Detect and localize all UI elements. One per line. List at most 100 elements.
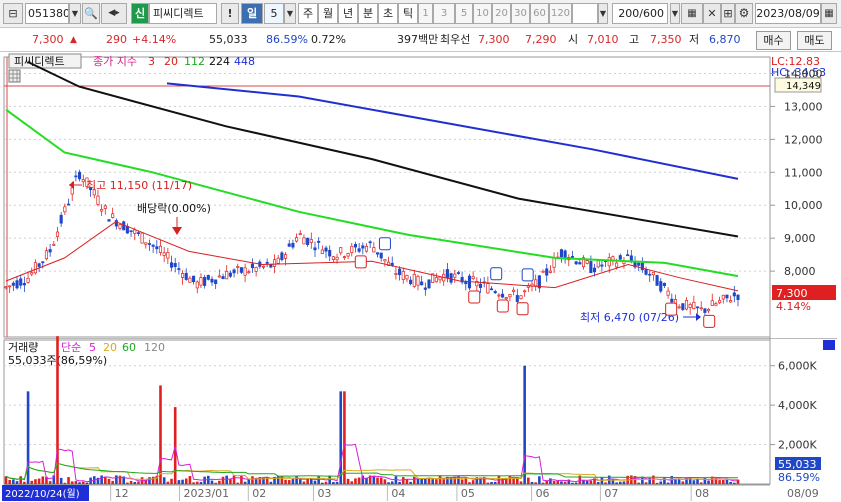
volume-bar	[637, 482, 640, 484]
price-tick-label: 8,000	[784, 265, 816, 278]
candle-body	[629, 255, 633, 261]
price-change: 290	[106, 33, 127, 46]
buy-signal-icon	[496, 299, 509, 313]
volume-bar	[736, 479, 740, 484]
buy-button[interactable]: 매수	[756, 31, 791, 50]
alert-icon[interactable]: !	[221, 3, 239, 24]
period-day-button[interactable]: 일	[241, 3, 263, 24]
minute-tab-30[interactable]: 30	[511, 3, 530, 24]
volume-bar	[420, 479, 423, 484]
period-second-button[interactable]: 초	[378, 3, 398, 24]
volume-bar	[291, 479, 295, 484]
gear-icon[interactable]: ⚙	[735, 3, 753, 24]
price-tick-label: 12,000	[784, 133, 823, 146]
candle-body	[66, 203, 71, 206]
scroll-up-icon[interactable]	[823, 340, 835, 350]
volume-bar	[177, 480, 181, 484]
crosshair-icon[interactable]: ✕	[703, 3, 721, 24]
candle-body	[607, 257, 611, 267]
candle-body	[221, 276, 225, 280]
code-dropdown-icon[interactable]: ▼	[69, 3, 81, 24]
price-tick-label: 14,000	[784, 67, 823, 80]
volume-bar	[346, 478, 350, 484]
candle-body	[364, 245, 369, 252]
stock-name[interactable]: 피씨디렉트	[149, 3, 217, 24]
date-input[interactable]: 2023/08/09	[755, 3, 821, 24]
bar-count-input[interactable]: 200/600	[612, 3, 668, 24]
candle-body	[662, 282, 666, 287]
candle-body	[309, 239, 313, 243]
minute-tab-60[interactable]: 60	[530, 3, 549, 24]
count-dropdown-icon[interactable]: ▼	[670, 3, 680, 24]
candle-body	[147, 243, 152, 245]
volume-bar	[214, 482, 217, 484]
candle-body	[732, 292, 736, 297]
candle-body	[412, 273, 416, 287]
volume-bar	[501, 478, 504, 484]
candle-body	[398, 268, 402, 276]
indicator-icon[interactable]: ⊞	[721, 3, 735, 24]
minute-tab-120[interactable]: 120	[549, 3, 572, 24]
candle-body	[133, 229, 137, 234]
sell-button[interactable]: 매도	[797, 31, 832, 50]
volume-bar	[490, 481, 493, 484]
minute-tab-5[interactable]: 5	[455, 3, 473, 24]
volume-bar	[284, 479, 287, 484]
custom-dropdown-icon[interactable]: ▼	[598, 3, 608, 24]
candle-body	[37, 263, 41, 267]
calendar-icon[interactable]: ▦	[821, 3, 837, 24]
period-month-button[interactable]: 월	[318, 3, 338, 24]
market-badge: 신	[131, 3, 149, 24]
candle-body	[203, 277, 207, 286]
candle-body	[346, 253, 350, 257]
period-week-button[interactable]: 주	[298, 3, 318, 24]
period-tick-button[interactable]: 틱	[398, 3, 418, 24]
candle-body	[342, 256, 346, 259]
period-dropdown-icon[interactable]: ▼	[284, 3, 296, 24]
candle-body	[688, 304, 692, 308]
minute-tab-10[interactable]: 10	[473, 3, 492, 24]
minute-tab-3[interactable]: 3	[433, 3, 455, 24]
volume-bar	[596, 481, 600, 484]
volume-bar	[383, 479, 387, 484]
volume-bar	[681, 481, 685, 484]
best-ask: 7,300	[478, 33, 510, 46]
candle-body	[666, 290, 670, 296]
time-tick-label: 12	[115, 487, 129, 500]
candle-body	[276, 257, 280, 264]
period-minute-button[interactable]: 분	[358, 3, 378, 24]
candle-body	[489, 288, 494, 291]
period-year-button[interactable]: 년	[338, 3, 358, 24]
candle-body	[353, 243, 357, 248]
volume-bar	[413, 476, 416, 484]
candle-body	[541, 270, 545, 273]
volume-bar	[696, 479, 699, 484]
volume-bar	[4, 476, 8, 484]
search-icon[interactable]: 🔍	[82, 3, 100, 24]
low-note: 최저 6,470 (07/26)	[580, 311, 679, 324]
candle-body	[548, 270, 552, 273]
volume-bar	[692, 480, 696, 484]
candle-body	[707, 308, 711, 312]
volume-bar	[317, 476, 320, 484]
volume-bar	[560, 481, 563, 484]
grid-settings-icon[interactable]: ▦	[681, 3, 703, 24]
candle-body	[140, 232, 144, 244]
price-chart[interactable]: 피씨디렉트 종가 지수 3 20 112 224 448 LC:12.83 HC…	[0, 53, 841, 502]
minute-tab-20[interactable]: 20	[492, 3, 511, 24]
volume-bar	[302, 481, 306, 484]
candle-body	[210, 278, 214, 283]
sound-icon[interactable]: ◀▸	[101, 3, 127, 24]
volume-bar	[199, 482, 203, 484]
stock-code-input[interactable]: 051380	[25, 3, 69, 24]
volume-bar	[170, 478, 173, 484]
custom-period-input[interactable]	[572, 3, 598, 24]
menu-icon[interactable]: ⊟	[3, 3, 23, 24]
volume-bar	[541, 482, 545, 484]
volume-ratio: 86.59%	[266, 33, 308, 46]
candle-body	[574, 261, 578, 265]
volume-bar	[70, 481, 74, 484]
minute-tab-1[interactable]: 1	[418, 3, 433, 24]
table-icon[interactable]	[8, 69, 21, 83]
period-number[interactable]: 5	[264, 3, 284, 24]
